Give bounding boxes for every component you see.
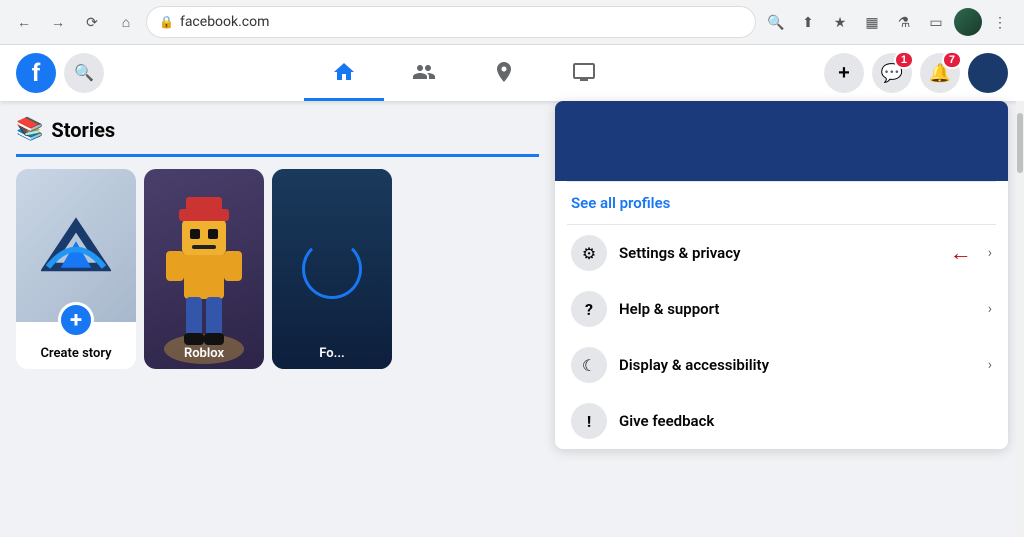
add-story-button[interactable]: + [58, 302, 94, 338]
see-all-profiles-link[interactable]: See all profiles [555, 182, 1008, 224]
facebook-logo[interactable]: f [16, 53, 56, 93]
watch-icon [572, 60, 596, 84]
third-story-card[interactable]: Fo... [272, 169, 392, 369]
exclamation-icon: ! [587, 412, 591, 431]
messenger-button[interactable]: 💬 1 [872, 53, 912, 93]
extensions-button[interactable]: ⚗ [890, 8, 918, 36]
nav-watch[interactable] [544, 45, 624, 101]
lock-icon: 🔒 [159, 15, 174, 29]
dropdown-menu: See all profiles ⚙ Settings & privacy ← … [555, 101, 1008, 449]
user-avatar[interactable] [968, 53, 1008, 93]
sidebar-button[interactable]: ▭ [922, 8, 950, 36]
browser-chrome: ← → ⟳ ⌂ 🔒 facebook.com 🔍 ⬆ ★ ▦ ⚗ ▭ ⋮ [0, 0, 1024, 45]
roblox-label: Roblox [144, 346, 264, 361]
bookmark-button[interactable]: ★ [826, 8, 854, 36]
display-chevron: › [988, 357, 992, 373]
share-button[interactable]: ⬆ [794, 8, 822, 36]
notifications-button[interactable]: 🔔 7 [920, 53, 960, 93]
friends-icon [412, 60, 436, 84]
scrollbar-thumb[interactable] [1017, 113, 1023, 173]
display-accessibility-label: Display & accessibility [619, 356, 976, 374]
nav-home[interactable] [304, 45, 384, 101]
nav-groups[interactable] [464, 45, 544, 101]
help-icon-circle: ? [571, 291, 607, 327]
plus-icon: + [838, 62, 850, 85]
stories-underline [16, 154, 539, 157]
moon-icon: ☾ [582, 356, 596, 375]
create-story-img: + [16, 169, 136, 322]
messenger-badge: 1 [894, 51, 914, 69]
dropdown-overlay: See all profiles ⚙ Settings & privacy ← … [555, 101, 1024, 537]
roblox-character [144, 169, 264, 369]
red-arrow-icon: ← [950, 240, 972, 266]
stories-header: 📚 Stories [16, 117, 539, 142]
dropdown-header [555, 101, 1008, 181]
help-chevron: › [988, 301, 992, 317]
home-button[interactable]: ⌂ [112, 8, 140, 36]
roblox-story-card[interactable]: Roblox [144, 169, 264, 369]
address-bar[interactable]: 🔒 facebook.com [146, 6, 756, 38]
help-support-item[interactable]: ? Help & support › [555, 281, 1008, 337]
settings-privacy-item[interactable]: ⚙ Settings & privacy ← › [555, 225, 1008, 281]
third-story-label: Fo... [272, 346, 392, 361]
display-icon-circle: ☾ [571, 347, 607, 383]
main-content: 📚 Stories + Create story [0, 101, 1024, 537]
url-text: facebook.com [180, 14, 743, 30]
browser-profile-icon[interactable] [954, 8, 982, 36]
nav-friends[interactable] [384, 45, 464, 101]
facebook-navbar: f 🔍 + 💬 1 [0, 45, 1024, 101]
create-story-card[interactable]: + Create story [16, 169, 136, 369]
fb-nav-right: + 💬 1 🔔 7 [824, 53, 1008, 93]
question-icon: ? [585, 300, 593, 319]
gear-icon: ⚙ [582, 244, 596, 263]
menu-button[interactable]: ⋮ [986, 8, 1014, 36]
search-browser-button[interactable]: 🔍 [762, 8, 790, 36]
back-button[interactable]: ← [10, 8, 38, 36]
tab-button[interactable]: ▦ [858, 8, 886, 36]
notifications-badge: 7 [942, 51, 962, 69]
stories-cards: + Create story [16, 169, 539, 369]
fb-nav-center [104, 45, 824, 101]
home-icon [332, 60, 356, 84]
settings-privacy-label: Settings & privacy [619, 244, 938, 262]
stories-book-icon: 📚 [16, 117, 43, 142]
stories-section: 📚 Stories + Create story [0, 101, 555, 537]
fb-search-button[interactable]: 🔍 [64, 53, 104, 93]
scrollbar-track[interactable] [1016, 101, 1024, 537]
display-accessibility-item[interactable]: ☾ Display & accessibility › [555, 337, 1008, 393]
groups-icon [492, 60, 516, 84]
create-button[interactable]: + [824, 53, 864, 93]
stories-title: Stories [51, 118, 115, 142]
give-feedback-item[interactable]: ! Give feedback [555, 393, 1008, 449]
forward-button[interactable]: → [44, 8, 72, 36]
settings-chevron: › [988, 245, 992, 261]
settings-icon-circle: ⚙ [571, 235, 607, 271]
help-support-label: Help & support [619, 300, 976, 318]
give-feedback-label: Give feedback [619, 412, 992, 430]
browser-toolbar: ← → ⟳ ⌂ 🔒 facebook.com 🔍 ⬆ ★ ▦ ⚗ ▭ ⋮ [0, 0, 1024, 44]
reload-button[interactable]: ⟳ [78, 8, 106, 36]
metamask-logo [41, 216, 111, 276]
browser-actions: 🔍 ⬆ ★ ▦ ⚗ ▭ ⋮ [762, 8, 1014, 36]
feedback-icon-circle: ! [571, 403, 607, 439]
